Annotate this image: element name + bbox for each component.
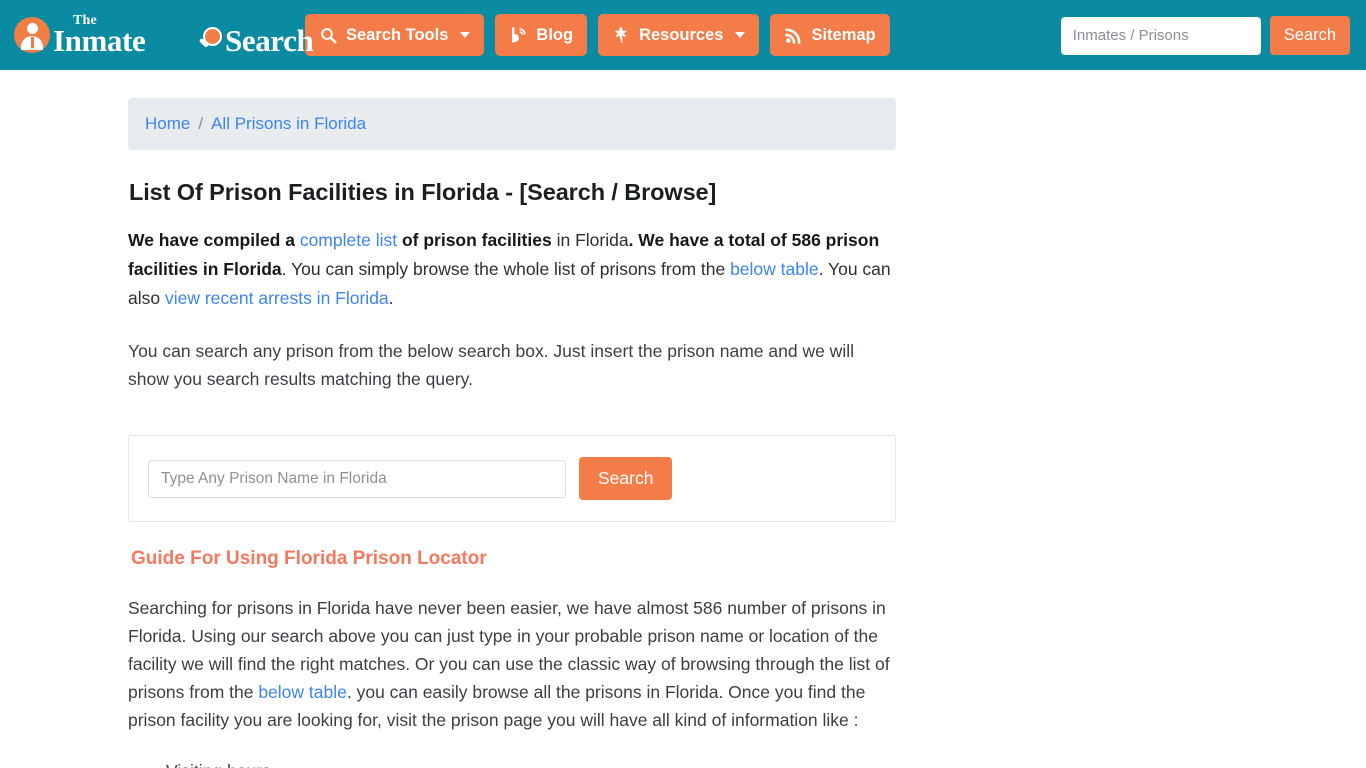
guide-paragraph: Searching for prisons in Florida have ne…: [128, 594, 896, 734]
logo-search-text: Search: [225, 23, 314, 58]
magnifier-icon: [203, 27, 222, 46]
page-title: List Of Prison Facilities in Florida - […: [129, 179, 717, 205]
site-logo[interactable]: The Inmate Search: [14, 12, 314, 58]
rss-feed-icon: [784, 26, 803, 45]
prison-search-card: Search: [128, 435, 896, 522]
header-search-button[interactable]: Search: [1269, 16, 1350, 55]
lead-text-7: .: [388, 288, 394, 308]
lead-text-1: We have compiled a: [128, 230, 300, 250]
person-avatar-icon: [14, 17, 50, 53]
nav-sitemap-button[interactable]: Sitemap: [770, 14, 890, 56]
magnifier-icon: [319, 26, 338, 45]
guide-heading: Guide For Using Florida Prison Locator: [131, 548, 487, 569]
breadcrumb: Home / All Prisons in Florida: [128, 98, 896, 150]
leaf-icon: [612, 26, 631, 45]
lead-text-2: of prison facilities: [397, 230, 552, 250]
header-search: Search: [1060, 16, 1350, 55]
primary-nav: Search Tools Blog Resources Sitemap: [305, 14, 890, 56]
nav-blog-button[interactable]: Blog: [495, 14, 588, 56]
complete-list-link[interactable]: complete list: [300, 230, 397, 250]
breadcrumb-item-all-prisons[interactable]: All Prisons in Florida: [211, 114, 366, 134]
nav-label: Blog: [536, 25, 574, 44]
blogger-icon: [509, 26, 528, 45]
lead-text-5: . You can simply browse the whole list o…: [281, 259, 731, 279]
nav-label: Resources: [639, 25, 724, 44]
nav-resources-button[interactable]: Resources: [598, 14, 760, 56]
header-search-input[interactable]: [1060, 16, 1261, 55]
chevron-down-icon: [460, 32, 471, 38]
lead-paragraph: We have compiled a complete list of pris…: [128, 226, 896, 313]
lead-text-3: in Florida: [551, 230, 629, 250]
prison-search-input[interactable]: [148, 459, 566, 498]
nav-label: Sitemap: [811, 25, 876, 44]
guide-below-table-link[interactable]: below table: [258, 682, 347, 702]
page-body: Home / All Prisons in Florida List Of Pr…: [0, 70, 1366, 768]
intro-paragraph: You can search any prison from the below…: [128, 341, 854, 389]
info-list: Visiting hours: [128, 757, 896, 768]
breadcrumb-separator: /: [198, 114, 204, 133]
breadcrumb-item-home[interactable]: Home: [145, 114, 190, 134]
recent-arrests-link[interactable]: view recent arrests in Florida: [165, 288, 389, 308]
logo-wordmark: The Inmate Search: [51, 12, 314, 58]
content-container: Home / All Prisons in Florida List Of Pr…: [128, 98, 896, 768]
chevron-down-icon: [735, 32, 746, 38]
below-table-link[interactable]: below table: [730, 259, 819, 279]
logo-inmate-text: Inmate: [53, 23, 146, 58]
list-item: Visiting hours: [166, 757, 896, 768]
nav-label: Search Tools: [346, 25, 449, 44]
nav-search-tools-button[interactable]: Search Tools: [305, 14, 485, 56]
site-header: The Inmate Search Search Tools Blog Reso…: [0, 0, 1366, 70]
prison-search-button[interactable]: Search: [579, 457, 673, 500]
